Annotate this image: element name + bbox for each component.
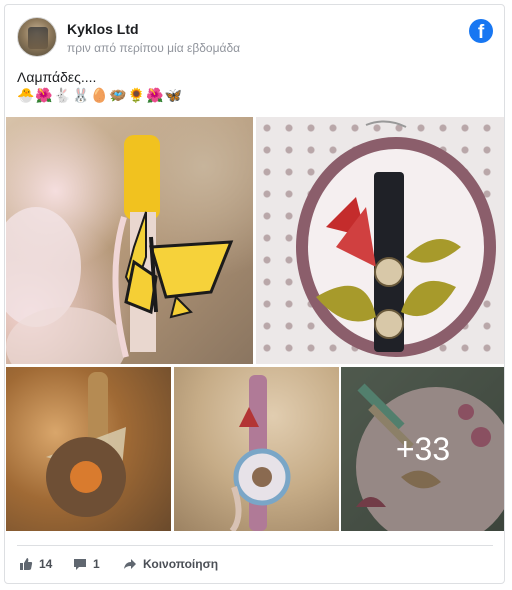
comment-count: 1 — [93, 557, 100, 571]
post-footer: 14 1 Κοινοποίηση — [17, 555, 493, 575]
post-timestamp[interactable]: πριν από περίπου μία εβδομάδα — [67, 41, 240, 55]
like-count: 14 — [39, 557, 53, 571]
avatar[interactable] — [17, 17, 57, 57]
facebook-icon[interactable]: f — [469, 19, 493, 43]
photo-1[interactable] — [6, 117, 253, 364]
facebook-post-card: Kyklos Ltd πριν από περίπου μία εβδομάδα… — [4, 4, 505, 584]
share-icon — [124, 559, 136, 569]
like-button[interactable]: 14 — [19, 557, 52, 571]
like-icon — [20, 558, 33, 570]
comment-button[interactable]: 1 — [73, 557, 100, 571]
photo-4[interactable] — [174, 367, 339, 531]
post-header: Kyklos Ltd πριν από περίπου μία εβδομάδα… — [17, 17, 493, 57]
share-button[interactable]: Κοινοποίηση — [123, 557, 218, 571]
photo-3[interactable] — [6, 367, 171, 531]
footer-divider — [17, 545, 493, 546]
photo-5-more[interactable]: +33 — [341, 367, 504, 531]
post-emojis: 🐣🌺🐇🐰🥚🪺🌻🌺🦋 — [17, 88, 183, 104]
more-photos-count[interactable]: +33 — [341, 367, 504, 531]
comment-icon — [74, 559, 86, 570]
photo-2[interactable] — [256, 117, 504, 364]
page-name[interactable]: Kyklos Ltd — [67, 21, 139, 37]
post-text: Λαμπάδες.... — [17, 69, 97, 85]
share-label: Κοινοποίηση — [143, 557, 219, 571]
